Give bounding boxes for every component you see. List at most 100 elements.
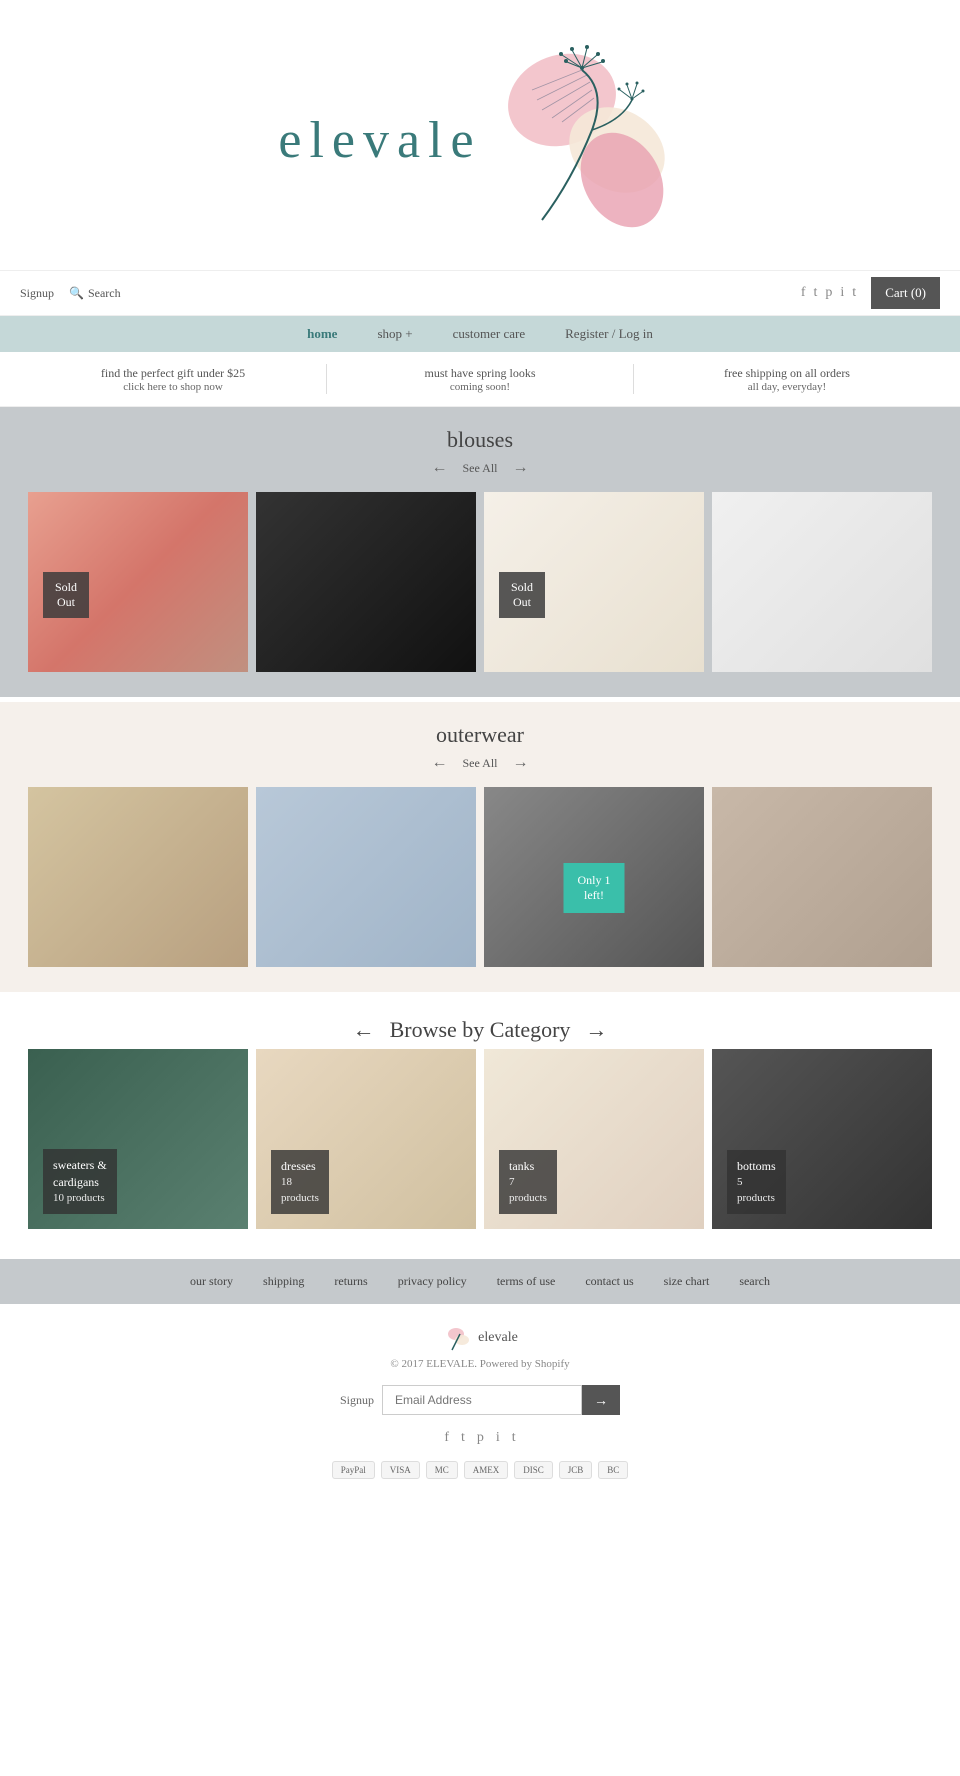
outerwear-img-1 bbox=[28, 787, 248, 967]
footer-link-returns[interactable]: returns bbox=[334, 1274, 367, 1289]
header: elevale bbox=[0, 0, 960, 270]
twitter-icon[interactable]: t bbox=[814, 285, 818, 301]
outerwear-img-2 bbox=[256, 787, 476, 967]
payment-discover: DISC bbox=[514, 1461, 553, 1479]
outerwear-img-4 bbox=[712, 787, 932, 967]
promo-title-3: free shipping on all orders bbox=[634, 366, 940, 381]
footer-signup-button[interactable]: → bbox=[582, 1385, 620, 1415]
cart-label: Cart bbox=[885, 285, 907, 300]
nav-customer-care[interactable]: customer care bbox=[453, 326, 526, 342]
footer-tumblr-icon[interactable]: t bbox=[512, 1430, 516, 1446]
payment-visa: VISA bbox=[381, 1461, 420, 1479]
footer-logo-icon bbox=[442, 1324, 470, 1352]
outerwear-product-grid: Only 1left! bbox=[15, 787, 945, 967]
category-count-dresses: 18products bbox=[281, 1175, 319, 1206]
category-name-sweaters: sweaters &cardigans bbox=[53, 1157, 107, 1191]
promo-subtitle-1: click here to shop now bbox=[20, 381, 326, 393]
category-card-tanks[interactable]: tanks 7products bbox=[484, 1049, 704, 1229]
footer-social-icons: f t p i t bbox=[20, 1430, 940, 1446]
nav-register-login[interactable]: Register / Log in bbox=[565, 326, 653, 342]
footer-instagram-icon[interactable]: i bbox=[496, 1430, 500, 1446]
promo-title-1: find the perfect gift under $25 bbox=[20, 366, 326, 381]
category-card-bottoms[interactable]: bottoms 5products bbox=[712, 1049, 932, 1229]
blouses-see-all[interactable]: See All bbox=[463, 461, 498, 476]
category-name-tanks: tanks bbox=[509, 1158, 547, 1175]
promo-title-2: must have spring looks bbox=[327, 366, 633, 381]
outerwear-prev-arrow[interactable]: ← bbox=[432, 754, 448, 772]
blouse-img-4 bbox=[712, 492, 932, 672]
footer-link-size-chart[interactable]: size chart bbox=[664, 1274, 710, 1289]
outerwear-next-arrow[interactable]: → bbox=[513, 754, 529, 772]
category-count-sweaters: 10 products bbox=[53, 1191, 107, 1206]
blouse-card-2[interactable] bbox=[256, 492, 476, 672]
promo-item-1[interactable]: find the perfect gift under $25 click he… bbox=[20, 366, 326, 393]
tumblr-icon[interactable]: t bbox=[852, 285, 856, 301]
browse-next-arrow[interactable]: → bbox=[585, 1017, 607, 1043]
sold-out-badge-3: SoldOut bbox=[499, 572, 545, 618]
footer-link-search[interactable]: search bbox=[739, 1274, 770, 1289]
footer-signup-label: Signup bbox=[340, 1393, 374, 1408]
category-card-dresses[interactable]: dresses 18products bbox=[256, 1049, 476, 1229]
pinterest-icon[interactable]: p bbox=[825, 285, 832, 301]
outerwear-card-2[interactable] bbox=[256, 787, 476, 967]
blouse-card-3[interactable]: SoldOut bbox=[484, 492, 704, 672]
nav-shop[interactable]: shop + bbox=[377, 326, 412, 342]
outerwear-card-4[interactable] bbox=[712, 787, 932, 967]
sold-out-badge-1: SoldOut bbox=[43, 572, 89, 618]
category-label-sweaters: sweaters &cardigans 10 products bbox=[43, 1149, 117, 1214]
only-left-badge-3: Only 1left! bbox=[564, 863, 625, 913]
promo-item-3: free shipping on all orders all day, eve… bbox=[634, 366, 940, 393]
footer-nav: our story shipping returns privacy polic… bbox=[0, 1259, 960, 1304]
promo-banner: find the perfect gift under $25 click he… bbox=[0, 352, 960, 407]
footer-logo-text: elevale bbox=[478, 1330, 518, 1346]
category-name-bottoms: bottoms bbox=[737, 1158, 776, 1175]
signup-link[interactable]: Signup bbox=[20, 286, 54, 301]
category-grid: sweaters &cardigans 10 products dresses … bbox=[15, 1049, 945, 1229]
footer-facebook-icon[interactable]: f bbox=[444, 1430, 449, 1446]
logo-flower bbox=[462, 40, 682, 240]
payment-mc: MC bbox=[426, 1461, 458, 1479]
footer-copyright: © 2017 ELEVALE. Powered by Shopify bbox=[20, 1358, 940, 1370]
nav-home[interactable]: home bbox=[307, 326, 337, 342]
category-card-sweaters[interactable]: sweaters &cardigans 10 products bbox=[28, 1049, 248, 1229]
promo-subtitle-3: all day, everyday! bbox=[634, 381, 940, 393]
payment-bc: BC bbox=[598, 1461, 628, 1479]
blouse-card-1[interactable]: SoldOut bbox=[28, 492, 248, 672]
social-icons: f t p i t bbox=[801, 285, 856, 301]
footer-link-shipping[interactable]: shipping bbox=[263, 1274, 304, 1289]
footer-bottom: elevale © 2017 ELEVALE. Powered by Shopi… bbox=[0, 1304, 960, 1499]
blouses-prev-arrow[interactable]: ← bbox=[432, 459, 448, 477]
promo-item-2: must have spring looks coming soon! bbox=[327, 366, 633, 393]
payment-jcb: JCB bbox=[559, 1461, 593, 1479]
search-area[interactable]: 🔍 Search bbox=[69, 286, 121, 301]
facebook-icon[interactable]: f bbox=[801, 285, 806, 301]
browse-prev-arrow[interactable]: ← bbox=[353, 1017, 375, 1043]
browse-section: ← Browse by Category → sweaters &cardiga… bbox=[0, 997, 960, 1254]
instagram-icon[interactable]: i bbox=[840, 285, 844, 301]
payment-icons: PayPal VISA MC AMEX DISC JCB BC bbox=[20, 1461, 940, 1479]
blouses-nav: ← See All → bbox=[15, 459, 945, 477]
footer-link-terms-of-use[interactable]: terms of use bbox=[497, 1274, 556, 1289]
footer-twitter-icon[interactable]: t bbox=[461, 1430, 465, 1446]
outerwear-card-3[interactable]: Only 1left! bbox=[484, 787, 704, 967]
main-nav: home shop + customer care Register / Log… bbox=[0, 316, 960, 352]
blouses-product-grid: SoldOut SoldOut bbox=[15, 492, 945, 672]
blouse-card-4[interactable] bbox=[712, 492, 932, 672]
category-label-tanks: tanks 7products bbox=[499, 1150, 557, 1214]
outerwear-see-all[interactable]: See All bbox=[463, 756, 498, 771]
top-bar: Signup 🔍 Search f t p i t Cart (0) bbox=[0, 270, 960, 316]
browse-title-text: Browse by Category bbox=[390, 1017, 571, 1043]
blouses-next-arrow[interactable]: → bbox=[513, 459, 529, 477]
footer-email-input[interactable] bbox=[382, 1385, 582, 1415]
footer-link-privacy-policy[interactable]: privacy policy bbox=[398, 1274, 467, 1289]
top-bar-right: f t p i t Cart (0) bbox=[801, 277, 940, 309]
search-label: Search bbox=[88, 286, 121, 301]
outerwear-card-1[interactable] bbox=[28, 787, 248, 967]
outerwear-section: outerwear ← See All → Only 1left! bbox=[0, 702, 960, 992]
footer-pinterest-icon[interactable]: p bbox=[477, 1430, 484, 1446]
cart-button[interactable]: Cart (0) bbox=[871, 277, 940, 309]
promo-subtitle-2: coming soon! bbox=[327, 381, 633, 393]
footer-logo-small: elevale bbox=[20, 1324, 940, 1352]
footer-link-contact-us[interactable]: contact us bbox=[585, 1274, 633, 1289]
footer-link-our-story[interactable]: our story bbox=[190, 1274, 233, 1289]
